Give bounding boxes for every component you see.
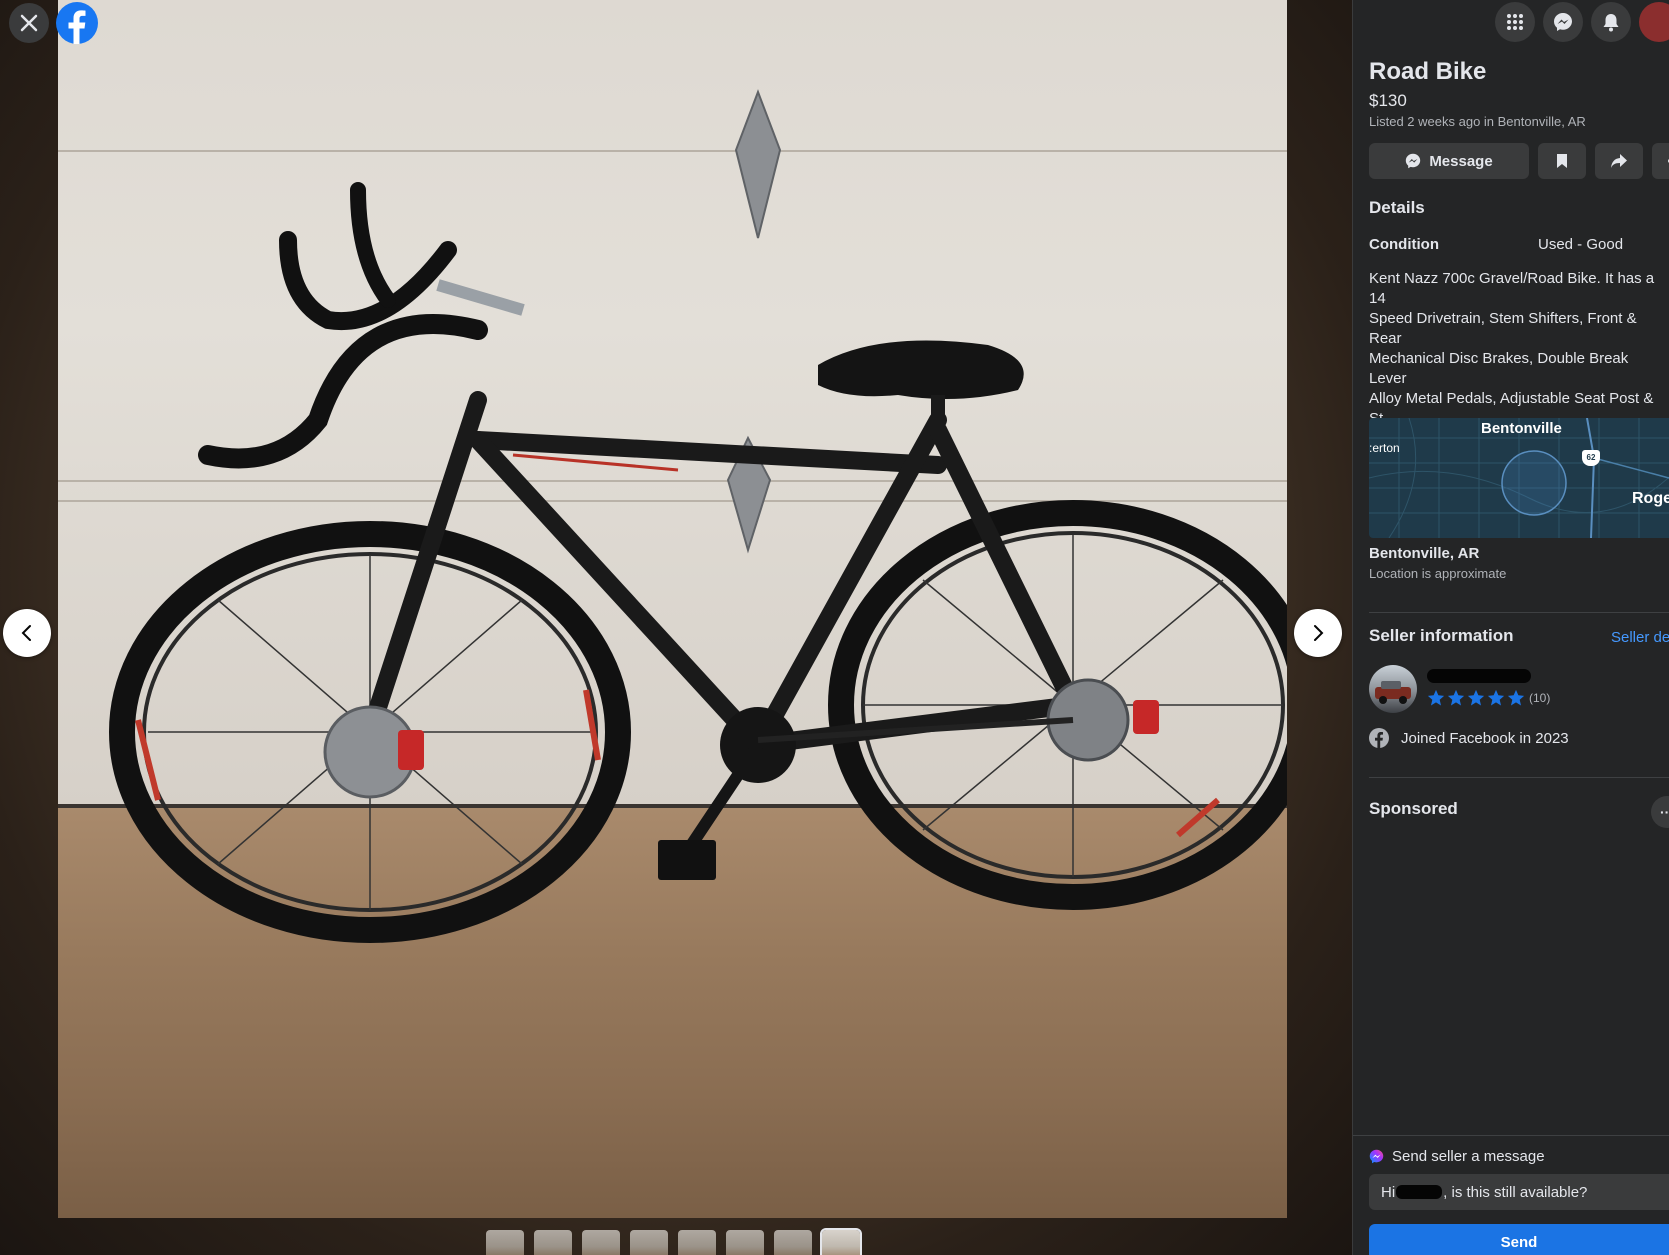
message-input[interactable]: Hi , is this still available? — [1369, 1174, 1669, 1210]
seller-rating[interactable]: (10) — [1427, 689, 1550, 707]
joined-facebook-text: Joined Facebook in 2023 — [1401, 729, 1569, 747]
close-button[interactable] — [9, 3, 49, 43]
messenger-icon — [1406, 153, 1421, 169]
menu-grid-icon — [1507, 14, 1523, 30]
share-button[interactable] — [1595, 143, 1643, 179]
header-icons — [1495, 2, 1669, 42]
photo-viewer — [0, 0, 1352, 1255]
facebook-icon — [1369, 728, 1389, 748]
photo-thumbnail-strip — [486, 1228, 862, 1255]
listing-details-panel: Road Bike $130 Listed 2 weeks ago in Ben… — [1352, 0, 1669, 1255]
map-left-label: :erton — [1369, 441, 1400, 455]
star-icon — [1427, 689, 1445, 706]
menu-button[interactable] — [1495, 2, 1535, 42]
next-photo-button[interactable] — [1294, 609, 1342, 657]
account-avatar[interactable] — [1639, 2, 1669, 42]
divider — [1369, 777, 1669, 778]
photo-thumbnail-active[interactable] — [820, 1228, 862, 1255]
listing-title: Road Bike — [1369, 58, 1487, 85]
messenger-icon — [1369, 1149, 1384, 1164]
close-icon — [20, 14, 38, 32]
seller-details-link[interactable]: Seller de — [1611, 629, 1669, 646]
seller-info-heading: Seller information — [1369, 626, 1514, 645]
messenger-button[interactable] — [1543, 2, 1583, 42]
bookmark-icon — [1557, 154, 1567, 168]
photo-thumbnail[interactable] — [534, 1230, 572, 1255]
details-heading: Details — [1369, 198, 1425, 217]
highway-shield-icon: 62 — [1582, 450, 1600, 466]
map-city-label: Bentonville — [1481, 420, 1562, 437]
location-name: Bentonville, AR — [1369, 545, 1480, 562]
more-options-button[interactable] — [1652, 143, 1669, 179]
send-button[interactable]: Send — [1369, 1224, 1669, 1255]
photo-thumbnail[interactable] — [582, 1230, 620, 1255]
messenger-icon — [1554, 13, 1572, 31]
seller-avatar-image — [1375, 681, 1411, 704]
notifications-button[interactable] — [1591, 2, 1631, 42]
compose-title: Send seller a message — [1392, 1148, 1545, 1165]
seller-joined-row: Joined Facebook in 2023 — [1369, 728, 1569, 748]
map-right-label: Roge — [1632, 490, 1669, 507]
sponsored-heading: Sponsored — [1369, 799, 1458, 818]
message-seller-box: Send seller a message Hi , is this still … — [1353, 1135, 1669, 1255]
divider — [1369, 612, 1669, 613]
condition-label: Condition — [1369, 236, 1439, 253]
photo-thumbnail[interactable] — [774, 1230, 812, 1255]
condition-value: Used - Good — [1538, 236, 1624, 253]
save-button[interactable] — [1538, 143, 1586, 179]
bell-icon — [1603, 14, 1619, 32]
message-button-label: Message — [1429, 152, 1493, 170]
chevron-right-icon — [1314, 625, 1324, 641]
photo-thumbnail[interactable] — [630, 1230, 668, 1255]
photo-thumbnail[interactable] — [678, 1230, 716, 1255]
photo-thumbnail[interactable] — [726, 1230, 764, 1255]
redacted-name — [1396, 1185, 1443, 1199]
message-button[interactable]: Message — [1369, 143, 1529, 179]
facebook-logo-icon — [56, 2, 98, 44]
star-icon — [1467, 689, 1485, 706]
share-icon — [1611, 154, 1627, 168]
location-note: Location is approximate — [1369, 566, 1507, 581]
compose-header: Send seller a message — [1369, 1148, 1545, 1165]
location-map[interactable]: Bentonville :erton Roge 62 — [1369, 418, 1669, 538]
sponsored-more-button[interactable]: ··· — [1651, 796, 1669, 828]
star-icon — [1447, 689, 1465, 706]
photo-thumbnail[interactable] — [486, 1230, 524, 1255]
rating-count: (10) — [1529, 691, 1551, 705]
listing-meta: Listed 2 weeks ago in Bentonville, AR — [1369, 114, 1586, 129]
listing-photo — [58, 0, 1287, 1218]
seller-avatar[interactable] — [1369, 665, 1417, 713]
star-icon — [1507, 689, 1525, 706]
message-suffix: , is this still available? — [1443, 1183, 1588, 1201]
listing-price: $130 — [1369, 91, 1407, 110]
facebook-logo[interactable] — [56, 2, 98, 44]
star-icon — [1487, 689, 1505, 706]
listing-actions: Message — [1369, 143, 1669, 179]
marketplace-listing-view: Road Bike $130 Listed 2 weeks ago in Ben… — [0, 0, 1669, 1255]
message-prefix: Hi — [1381, 1183, 1396, 1201]
bike-illustration — [109, 89, 1287, 943]
chevron-left-icon — [21, 625, 31, 641]
seller-name-redacted[interactable] — [1427, 669, 1531, 683]
rating-stars — [1427, 689, 1525, 707]
previous-photo-button[interactable] — [3, 609, 51, 657]
